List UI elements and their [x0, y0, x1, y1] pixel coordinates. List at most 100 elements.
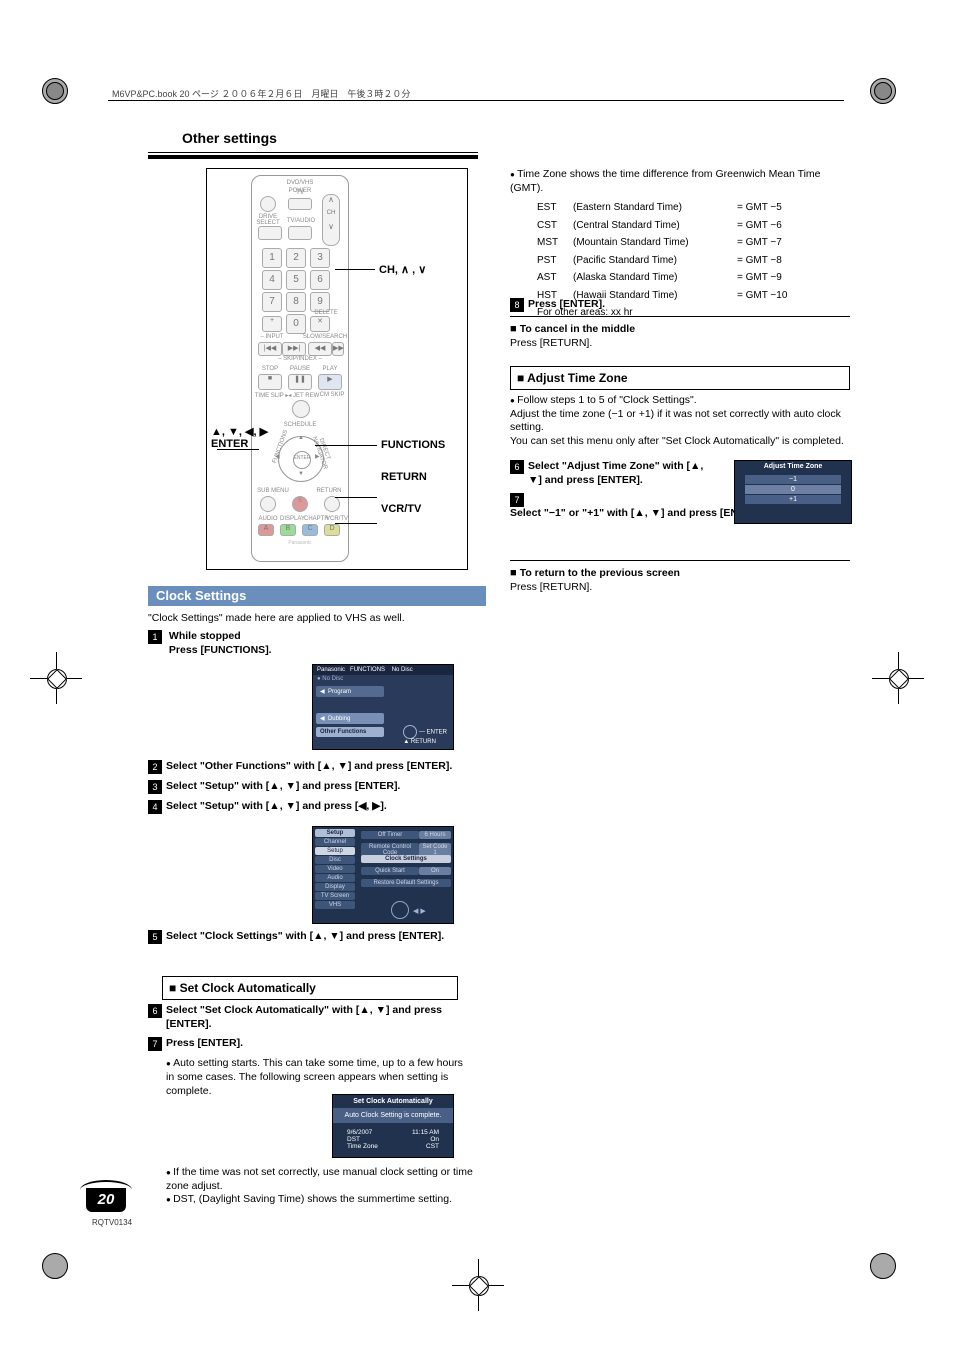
setup-tab-disc: Disc [315, 856, 355, 864]
rule-thick [148, 155, 478, 159]
screen-disc: No Disc [392, 667, 413, 673]
btn-0: 0 [286, 314, 306, 334]
tz-name-0: (Eastern Standard Time) [572, 200, 734, 216]
setup-tab-setup-top: Setup [315, 829, 355, 837]
tz-screen-title: Adjust Time Zone [735, 461, 851, 474]
label-chaptr: CHAPTR [304, 516, 328, 522]
tz-abbr-0: EST [536, 200, 570, 216]
screen-program: Program [328, 689, 351, 695]
return-body: Press [RETURN]. [510, 581, 850, 595]
callout-vcrtv: VCR/TV [381, 503, 421, 515]
btn-b: B [280, 524, 296, 536]
setup-tab-video: Video [315, 865, 355, 873]
btn-return [324, 496, 340, 512]
callout-arrows: ▲, ▼, ◀, ▶ ENTER [211, 425, 268, 450]
tz-slot-minus: −1 [745, 475, 841, 484]
clock-msg: Auto Clock Setting is complete. [333, 1108, 453, 1123]
label-cmskip: CM SKIP [316, 392, 348, 398]
tz-name-1: (Central Standard Time) [572, 218, 734, 234]
cancel-heading: To cancel in the middle [510, 322, 850, 337]
tz-abbr-2: MST [536, 235, 570, 251]
opt-quick: Quick Start [361, 867, 419, 875]
tz-abbr-4: AST [536, 270, 570, 286]
btn-skipb: |◀◀ [258, 342, 282, 356]
btn-rew: ◀◀ [308, 342, 332, 356]
label-tvaudio: TV/AUDIO [286, 218, 316, 224]
step-num-1: 1 [148, 630, 162, 644]
btn-drive [258, 226, 282, 240]
tz-gmt-3: = GMT −8 [736, 253, 798, 269]
step-num-3: 3 [148, 780, 162, 794]
callout-line-return [335, 497, 377, 498]
screen-other: Other Functions [320, 729, 366, 735]
tz-gmt-1: = GMT −6 [736, 218, 798, 234]
btn-pause: ❚❚ [288, 374, 312, 390]
adjust-tz-block: Follow steps 1 to 5 of "Clock Settings".… [510, 394, 850, 449]
btn-5: 5 [286, 270, 306, 290]
label-play: PLAY [318, 366, 342, 372]
heading-clock-settings: Clock Settings [148, 586, 486, 606]
setup-tab-display: Display [315, 883, 355, 891]
remote-diagram: DVD/VHS POWER TV ∧ CH ∨ DRIVE SELECT TV/… [206, 168, 468, 570]
callout-ch: CH, ∧ , ∨ [379, 263, 426, 276]
tz-intro: Time Zone shows the time difference from… [510, 168, 850, 195]
adj-p1: Adjust the time zone (−1 or +1) if it wa… [510, 408, 850, 435]
step-num-7r: 7 [510, 493, 524, 507]
setup-tab-vhs: VHS [315, 901, 355, 909]
reg-mark-tl [42, 78, 78, 114]
step-7-note: Auto setting starts. This can take some … [166, 1057, 466, 1098]
label-timeslip: TIME SLIP ▸◂ JET REW [252, 392, 322, 399]
tz-abbr-3: PST [536, 253, 570, 269]
clock-title: Set Clock Automatically [333, 1095, 453, 1108]
btn-8: 8 [286, 292, 306, 312]
label-tv: TV [288, 190, 312, 196]
btn-ff: ▶▶ [332, 342, 344, 356]
running-header-text: M6VP&PC.book 20 ページ ２００６年２月６日 月曜日 午後３時２０… [108, 89, 414, 99]
cancel-body: Press [RETURN]. [510, 337, 850, 351]
opt-quick-val: On [419, 867, 451, 875]
clock-dst-v: On [430, 1136, 439, 1143]
label-input: – INPUT [256, 334, 288, 340]
step-2: Select "Other Functions" with [▲, ▼] and… [166, 760, 466, 774]
screen-enter: ENTER [427, 730, 447, 736]
screen-clock-auto: Set Clock Automatically Auto Clock Setti… [332, 1094, 454, 1158]
step-6: Select "Set Clock Automatically" with [▲… [166, 1004, 466, 1031]
footer-code: RQTV0134 [92, 1218, 132, 1227]
label-vcrtv: VCR/TV [326, 516, 346, 522]
step-6r: Select "Adjust Time Zone" with [▲, ▼] an… [528, 460, 718, 487]
screen-nodisc: No Disc [322, 676, 343, 682]
section-title: Other settings [182, 130, 277, 146]
label-drive: DRIVE SELECT [254, 214, 282, 226]
step-7: Press [ENTER]. [166, 1037, 466, 1051]
adj-b1: Follow steps 1 to 5 of "Clock Settings". [510, 394, 850, 408]
btn-power [260, 196, 276, 212]
screen-adjust-tz: Adjust Time Zone −1 0 +1 [734, 460, 852, 524]
clock-date: 9/6/2007 [347, 1129, 372, 1136]
crosshair-right [878, 658, 918, 698]
reg-mark-tr [870, 78, 906, 114]
callout-line-vcrtv [335, 523, 377, 524]
btn-s: S [292, 496, 308, 512]
callout-functions: FUNCTIONS [381, 439, 445, 451]
step-1: While stopped Press [FUNCTIONS]. [169, 630, 469, 657]
btn-stop: ■ [258, 374, 282, 390]
screen-dub: Dubbing [328, 716, 350, 722]
tz-gmt-4: = GMT −9 [736, 270, 798, 286]
label-submenu: SUB MENU [256, 488, 290, 494]
subheading-set-clock-auto: Set Clock Automatically [162, 976, 458, 1000]
btn-4: 4 [262, 270, 282, 290]
screen-mode: FUNCTIONS [350, 667, 385, 673]
btn-ch-rocker: ∧ CH ∨ [322, 194, 340, 246]
rule-bottom-right [510, 560, 850, 561]
subheading-adjust-tz: Adjust Time Zone [510, 366, 850, 390]
callout-line-functions [315, 445, 377, 446]
reg-mark-br [870, 1253, 906, 1289]
tz-name-3: (Pacific Standard Time) [572, 253, 734, 269]
btn-tvaudio [288, 226, 312, 240]
label-brand: Panasonic [252, 540, 348, 546]
setup-tab-channel: Channel [315, 838, 355, 846]
btn-9: 9 [310, 292, 330, 312]
btn-submenu [260, 496, 276, 512]
clock-tz-k: Time Zone [347, 1143, 378, 1150]
clock-time: 11:15 AM [412, 1129, 439, 1136]
